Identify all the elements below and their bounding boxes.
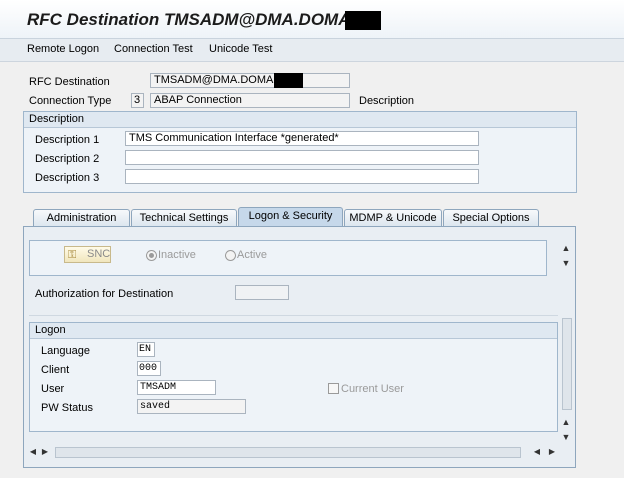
scroll-down-icon[interactable]: ▼ [560, 258, 572, 268]
scroll-up-icon[interactable]: ▲ [560, 417, 572, 427]
user-input[interactable]: TMSADM [137, 380, 216, 395]
scroll-left-icon[interactable]: ◀ [27, 447, 39, 456]
user-label: User [41, 383, 65, 395]
connection-test-button[interactable]: Connection Test [114, 43, 193, 55]
redaction-block [274, 73, 303, 88]
connection-type-label: Connection Type [29, 95, 112, 107]
description-1-input[interactable]: TMS Communication Interface *generated* [125, 131, 479, 146]
scroll-up-icon[interactable]: ▲ [560, 243, 572, 253]
description-2-label: Description 2 [35, 153, 100, 165]
pw-status-label: PW Status [41, 402, 93, 414]
application-toolbar: Remote Logon Connection Test Unicode Tes… [0, 39, 624, 62]
connection-type-code-field: 3 [131, 93, 144, 108]
language-label: Language [41, 345, 90, 357]
redaction-block [345, 11, 381, 30]
page-title: RFC Destination TMSADM@DMA.DOMAIN_ [27, 10, 377, 29]
vertical-scroll-thumb[interactable] [562, 318, 572, 410]
tab-administration[interactable]: Administration [33, 209, 130, 227]
snc-inactive-label: Inactive [158, 249, 196, 261]
snc-active-label: Active [237, 249, 267, 261]
client-label: Client [41, 364, 70, 376]
current-user-label: Current User [341, 383, 404, 395]
remote-logon-button[interactable]: Remote Logon [27, 43, 99, 55]
rfc-destination-label: RFC Destination [29, 76, 110, 88]
scroll-right-icon[interactable]: ▶ [546, 447, 558, 456]
rfc-destination-value: TMSADM@DMA.DOMAIN_ [154, 74, 291, 86]
tab-mdmp-unicode[interactable]: MDMP & Unicode [344, 209, 442, 227]
snc-button-label: SNC [87, 248, 111, 260]
tab-special-options[interactable]: Special Options [443, 209, 539, 227]
snc-button[interactable]: ⚿ SNC [64, 246, 111, 263]
description-1-label: Description 1 [35, 134, 100, 146]
language-input[interactable]: EN [137, 342, 155, 357]
authorization-label: Authorization for Destination [35, 288, 174, 300]
unicode-test-button[interactable]: Unicode Test [209, 43, 272, 55]
horizontal-scroll-thumb[interactable] [55, 447, 521, 458]
connection-type-field: ABAP Connection [150, 93, 350, 108]
client-input[interactable]: 000 [137, 361, 161, 376]
snc-active-radio[interactable] [225, 250, 236, 261]
current-user-checkbox[interactable] [328, 383, 339, 394]
tab-technical-settings[interactable]: Technical Settings [131, 209, 237, 227]
tab-logon-security[interactable]: Logon & Security [238, 207, 343, 227]
description-3-input[interactable] [125, 169, 479, 184]
logon-group: Logon [29, 322, 558, 432]
connection-type-description-label: Description [359, 95, 415, 107]
logon-group-title: Logon [30, 323, 557, 339]
scroll-left-icon[interactable]: ◀ [531, 447, 543, 456]
rfc-destination-field: TMSADM@DMA.DOMAIN_ [150, 73, 350, 88]
description-2-input[interactable] [125, 150, 479, 165]
authorization-input[interactable] [235, 285, 289, 300]
scroll-right-icon[interactable]: ▶ [39, 447, 51, 456]
pw-status-field: saved [137, 399, 246, 414]
snc-inactive-radio[interactable] [146, 250, 157, 261]
description-3-label: Description 3 [35, 172, 100, 184]
scroll-down-icon[interactable]: ▼ [560, 432, 572, 442]
description-group-title: Description [24, 112, 576, 128]
title-bar: RFC Destination TMSADM@DMA.DOMAIN_ [0, 0, 624, 39]
key-icon: ⚿ [68, 249, 77, 261]
